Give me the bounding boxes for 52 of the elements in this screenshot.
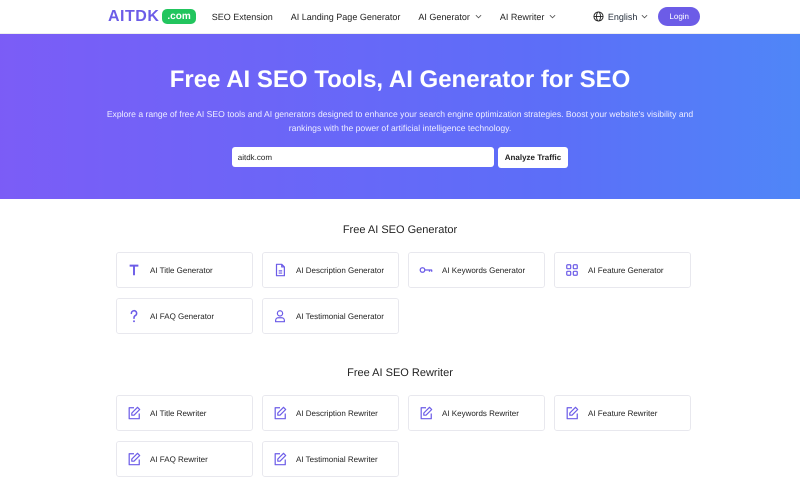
- chevron-icon: [550, 14, 556, 18]
- tool-label: AI Feature Rewriter: [588, 408, 658, 418]
- tool-label: AI Feature Generator: [588, 266, 664, 274]
- nav-link[interactable]: SEO Extension: [212, 12, 273, 22]
- tool-label: AI Keywords Generator: [442, 266, 526, 274]
- tool-card[interactable]: AI Title Rewriter: [116, 395, 253, 431]
- hero-title: Free AI SEO Tools, AI Generator for SEO: [170, 66, 630, 94]
- document-icon: [273, 263, 287, 277]
- edit-icon: [419, 406, 433, 420]
- edit-icon: [273, 452, 287, 466]
- edit-icon: [565, 406, 579, 420]
- tool-label: AI Title Generator: [150, 266, 213, 274]
- tool-label: AI Testimonial Generator: [296, 312, 384, 320]
- chevron-icon: [475, 14, 482, 18]
- tool-card[interactable]: AI Feature Rewriter: [554, 395, 691, 431]
- text-icon: [127, 263, 141, 277]
- tool-label: AI Testimonial Rewriter: [296, 454, 378, 464]
- edit-icon: [127, 452, 141, 466]
- domain-input-field[interactable]: aitdk.com: [232, 147, 494, 167]
- nav-link[interactable]: AI Generator: [418, 12, 482, 22]
- nav-link[interactable]: AI Landing Page Generator: [290, 12, 400, 22]
- tool-card[interactable]: AI Testimonial Rewriter: [262, 441, 399, 477]
- edit-icon: [127, 406, 141, 420]
- edit-icon: [273, 406, 287, 420]
- tool-label: AI FAQ Rewriter: [150, 454, 208, 464]
- nav-link[interactable]: AI Rewriter: [500, 12, 556, 22]
- tool-card[interactable]: AI Description Rewriter: [262, 395, 399, 431]
- tool-label: AI Description Generator: [296, 266, 384, 274]
- logo[interactable]: AITDK: [108, 8, 160, 26]
- tool-label: AI Title Rewriter: [150, 408, 206, 418]
- tool-card[interactable]: AI Feature Generator: [554, 252, 691, 288]
- person-icon: [273, 309, 287, 323]
- tool-label: AI FAQ Generator: [150, 312, 214, 320]
- logo-badge: .com: [162, 9, 196, 24]
- tool-card[interactable]: AI Testimonial Generator: [262, 298, 399, 334]
- analyze-traffic-button[interactable]: Analyze Traffic: [498, 147, 568, 168]
- login-button[interactable]: Login: [658, 7, 700, 26]
- tool-card[interactable]: AI FAQ Generator: [116, 298, 253, 334]
- tool-label: AI Description Rewriter: [296, 408, 378, 418]
- tool-label: AI Keywords Rewriter: [442, 408, 519, 418]
- tool-card[interactable]: AI Keywords Rewriter: [408, 395, 545, 431]
- hero-description: Explore a range of free AI SEO tools and AI generators designed to enhance your search engine optimization strategies. Boost your website's visibility and rankings with the power of artificial intelligence technology.: [106, 108, 694, 135]
- chevron-icon: [642, 14, 648, 18]
- language-selector[interactable]: English: [592, 11, 648, 22]
- grid-icon: [565, 263, 579, 277]
- tool-card[interactable]: AI Title Generator: [116, 252, 253, 288]
- tool-card[interactable]: AI Description Generator: [262, 252, 399, 288]
- tool-card[interactable]: AI Keywords Generator: [408, 252, 545, 288]
- section-title: Free AI SEO Generator: [342, 224, 458, 236]
- section-title: Free AI SEO Rewriter: [346, 367, 454, 379]
- globe-icon: [593, 11, 604, 22]
- tool-card[interactable]: AI FAQ Rewriter: [116, 441, 253, 477]
